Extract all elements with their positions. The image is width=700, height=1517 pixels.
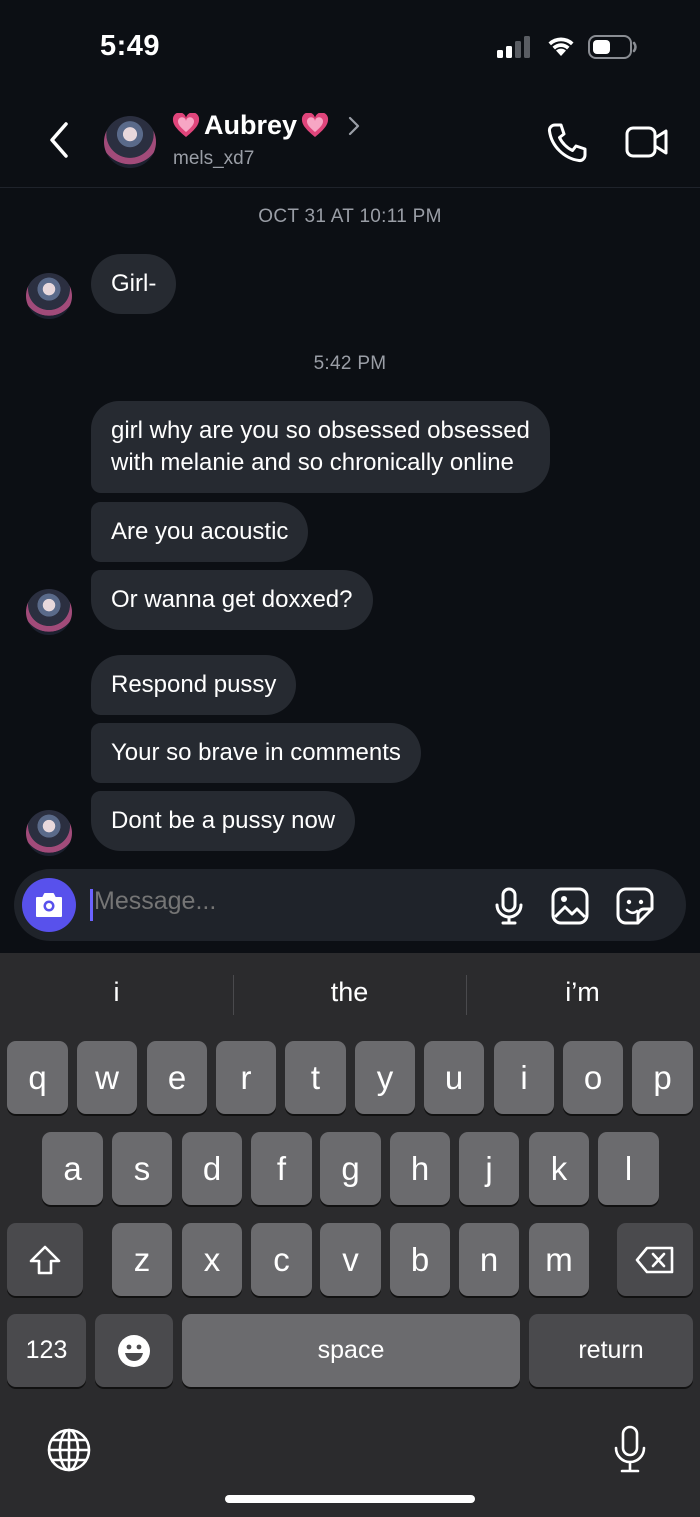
sender-avatar[interactable] — [26, 589, 72, 635]
key-y[interactable]: y — [355, 1041, 415, 1114]
gallery-icon[interactable] — [551, 887, 589, 925]
text-cursor — [90, 889, 93, 921]
key-j[interactable]: j — [459, 1132, 519, 1205]
microphone-icon[interactable] — [494, 887, 524, 925]
contact-username: mels_xd7 — [173, 148, 255, 169]
key-s[interactable]: s — [112, 1132, 172, 1205]
key-g[interactable]: g — [320, 1132, 381, 1205]
sparkling-heart-icon — [302, 112, 329, 137]
message-line: with melanie and so chronically online — [111, 449, 514, 476]
key-b[interactable]: b — [390, 1223, 450, 1296]
chat-header: Aubrey mels_xd7 — [0, 92, 700, 188]
message-input[interactable] — [94, 887, 474, 916]
dictation-microphone-icon[interactable] — [612, 1425, 648, 1475]
contact-avatar[interactable] — [104, 116, 156, 168]
backspace-key[interactable] — [617, 1223, 693, 1296]
sender-avatar[interactable] — [26, 273, 72, 319]
key-q[interactable]: q — [7, 1041, 68, 1114]
suggestion-item[interactable]: the — [233, 977, 466, 1008]
key-h[interactable]: h — [390, 1132, 450, 1205]
key-z[interactable]: z — [112, 1223, 172, 1296]
globe-icon[interactable] — [46, 1427, 92, 1473]
key-l[interactable]: l — [598, 1132, 659, 1205]
emoji-key[interactable] — [95, 1314, 173, 1387]
message-timestamp: 5:42 PM — [313, 353, 387, 374]
key-t[interactable]: t — [285, 1041, 346, 1114]
key-m[interactable]: m — [529, 1223, 589, 1296]
key-r[interactable]: r — [216, 1041, 276, 1114]
key-f[interactable]: f — [251, 1132, 312, 1205]
sender-avatar[interactable] — [26, 810, 72, 856]
back-arrow-icon[interactable] — [40, 118, 80, 162]
contact-name: Aubrey — [204, 110, 298, 140]
message-bubble[interactable]: Girl- — [91, 254, 177, 314]
message-bubble[interactable]: Or wanna get doxxed? — [91, 570, 373, 630]
sparkling-heart-icon — [172, 112, 200, 137]
key-a[interactable]: a — [42, 1132, 103, 1205]
shift-arrow-icon — [29, 1245, 61, 1274]
message-line: girl why are you so obsessed obsessed — [111, 417, 530, 444]
camera-icon — [36, 893, 62, 917]
battery-icon — [588, 35, 637, 59]
key-d[interactable]: d — [182, 1132, 242, 1205]
suggestion-bar: i the i’m — [0, 953, 700, 1033]
key-e[interactable]: e — [147, 1041, 207, 1114]
home-indicator[interactable] — [225, 1495, 475, 1503]
key-i[interactable]: i — [494, 1041, 554, 1114]
message-bubble[interactable]: girl why are you so obsessed obsessed wi… — [91, 401, 550, 493]
key-o[interactable]: o — [563, 1041, 623, 1114]
key-k[interactable]: k — [529, 1132, 589, 1205]
key-c[interactable]: c — [251, 1223, 312, 1296]
return-key[interactable]: return — [529, 1314, 693, 1387]
shift-key[interactable] — [7, 1223, 83, 1296]
keyboard: i the i’m q w e r t y u i o p a s d f g … — [0, 953, 700, 1517]
suggestion-item[interactable]: i — [0, 977, 233, 1008]
backspace-icon — [635, 1246, 674, 1273]
message-bubble[interactable]: Your so brave in comments — [91, 723, 421, 783]
message-composer — [14, 869, 686, 941]
contact-title[interactable]: Aubrey — [172, 110, 363, 141]
message-timestamp: OCT 31 AT 10:11 PM — [258, 206, 442, 227]
message-bubble[interactable]: Are you acoustic — [91, 502, 309, 562]
key-n[interactable]: n — [459, 1223, 519, 1296]
camera-button[interactable] — [22, 878, 76, 932]
sticker-icon[interactable] — [616, 887, 654, 925]
phone-call-icon[interactable] — [546, 122, 588, 164]
video-call-icon[interactable] — [625, 124, 669, 160]
message-bubble[interactable]: Dont be a pussy now — [91, 791, 356, 851]
emoji-smile-icon — [118, 1334, 150, 1367]
message-bubble[interactable]: Respond pussy — [91, 655, 297, 715]
key-v[interactable]: v — [320, 1223, 381, 1296]
status-time: 5:49 — [100, 30, 161, 62]
key-u[interactable]: u — [424, 1041, 484, 1114]
cellular-signal-icon — [497, 36, 530, 58]
wifi-icon — [548, 37, 574, 56]
status-bar: 5:49 — [0, 0, 700, 92]
chevron-right-icon — [348, 116, 360, 135]
key-p[interactable]: p — [632, 1041, 693, 1114]
suggestion-item[interactable]: i’m — [466, 977, 699, 1008]
key-w[interactable]: w — [77, 1041, 137, 1114]
numbers-key[interactable]: 123 — [7, 1314, 86, 1387]
space-key[interactable]: space — [182, 1314, 520, 1387]
key-x[interactable]: x — [182, 1223, 242, 1296]
